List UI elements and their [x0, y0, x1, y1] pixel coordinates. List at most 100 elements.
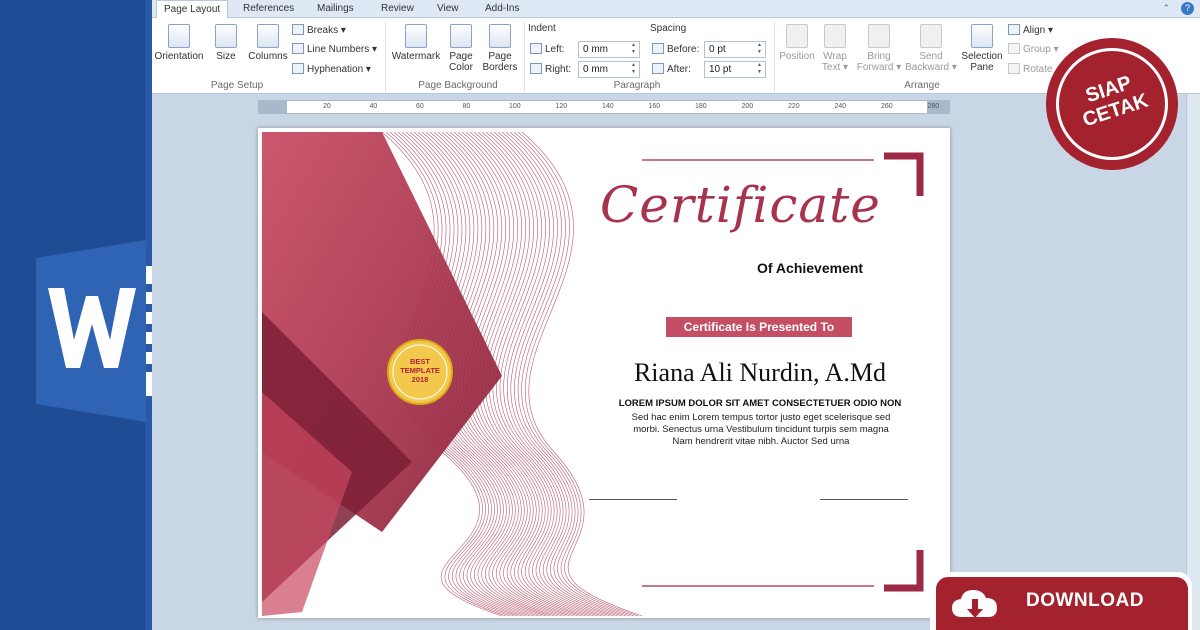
- position-button[interactable]: Position: [776, 24, 818, 62]
- certificate-title: Certificate: [600, 176, 881, 234]
- send-backward-label-1: Send: [919, 51, 943, 62]
- presented-to-banner: Certificate Is Presented To: [666, 317, 852, 337]
- columns-label: Columns: [248, 51, 288, 62]
- size-icon: [215, 24, 237, 48]
- selection-pane-button[interactable]: Selection Pane: [960, 24, 1004, 73]
- page-color-icon: [450, 24, 472, 48]
- paragraph-group-label: Paragraph: [613, 80, 661, 91]
- vertical-scrollbar[interactable]: [1186, 94, 1200, 630]
- page-color-label-1: Page: [449, 51, 473, 62]
- ruler-tick-label: 160: [648, 103, 661, 110]
- spacing-before-icon: [652, 43, 664, 54]
- spacing-before-input[interactable]: 0 pt: [704, 41, 766, 58]
- watermark-icon: [405, 24, 427, 48]
- horizontal-ruler[interactable]: 20 40 60 80 100 120 140 160 180 200 220 240 260 280: [258, 100, 950, 114]
- orientation-label: Orientation: [154, 51, 204, 62]
- ruler-tick-label: 200: [741, 103, 754, 110]
- group-icon: [1008, 43, 1020, 54]
- ribbon-separator: [774, 22, 775, 92]
- line-numbers-label: Line Numbers: [307, 44, 370, 55]
- orientation-button[interactable]: Orientation: [152, 24, 206, 62]
- align-button[interactable]: Align ▾: [1008, 24, 1053, 37]
- spacing-before-label: Before:: [652, 43, 699, 56]
- arrange-group-label: Arrange: [904, 80, 940, 91]
- page-color-label-2: Color: [449, 62, 473, 73]
- spacing-after-label: After:: [652, 63, 691, 76]
- indent-left-label: Left:: [530, 43, 564, 56]
- spacing-label: Spacing: [650, 23, 687, 34]
- ruler-margin-left: [259, 101, 287, 113]
- tab-view[interactable]: View: [430, 0, 466, 18]
- page-color-button[interactable]: Page Color: [444, 24, 478, 73]
- spacing-after-icon: [652, 63, 664, 74]
- line-numbers-icon: [292, 43, 304, 54]
- align-icon: [1008, 24, 1020, 35]
- tab-mailings[interactable]: Mailings: [310, 0, 361, 18]
- ruler-tick-label: 40: [369, 103, 378, 110]
- breaks-icon: [292, 24, 304, 35]
- ribbon-tab-bar: Page Layout References Mailings Review V…: [152, 0, 1200, 19]
- ruler-tick-label: 280: [927, 103, 940, 110]
- badge-text: BEST TEMPLATE 2018: [400, 357, 440, 384]
- position-label: Position: [779, 51, 815, 62]
- ruler-tick-label: 20: [323, 103, 331, 110]
- rotate-button[interactable]: Rotate: [1008, 63, 1052, 76]
- indent-right-input[interactable]: 0 mm: [578, 61, 640, 78]
- tab-references[interactable]: References: [236, 0, 301, 18]
- tab-page-layout[interactable]: Page Layout: [156, 0, 229, 19]
- group-label: Group: [1023, 44, 1051, 55]
- orientation-icon: [168, 24, 190, 48]
- page-borders-icon: [489, 24, 511, 48]
- ruler-tick-label: 240: [834, 103, 847, 110]
- bring-forward-button[interactable]: Bring Forward ▾: [854, 24, 904, 73]
- tab-add-ins[interactable]: Add-Ins: [478, 0, 526, 18]
- send-backward-button[interactable]: Send Backward ▾: [904, 24, 958, 73]
- cloud-download-icon: [952, 590, 997, 618]
- columns-button[interactable]: Columns: [246, 24, 290, 62]
- ruler-tick-label: 100: [509, 103, 521, 110]
- ruler-tick-label: 80: [462, 103, 471, 110]
- page-borders-label-2: Borders: [482, 62, 518, 73]
- help-icon[interactable]: ?: [1181, 2, 1194, 15]
- frame-corner-bottom: [884, 550, 924, 592]
- hyphenation-button[interactable]: Hyphenation ▾: [292, 63, 371, 76]
- signature-line-right: [820, 499, 908, 500]
- ruler-tick-label: 220: [788, 103, 800, 110]
- position-icon: [786, 24, 808, 48]
- certificate-body-line: Nam hendrerit vitae nibh. Auctor Sed urn…: [672, 436, 850, 447]
- indent-left-input[interactable]: 0 mm: [578, 41, 640, 58]
- send-backward-icon: [920, 24, 942, 48]
- ribbon: Orientation Size Columns Breaks ▾ Line N…: [152, 18, 1200, 94]
- columns-icon: [257, 24, 279, 48]
- breaks-button[interactable]: Breaks ▾: [292, 24, 346, 37]
- selection-pane-label-2: Pane: [970, 62, 994, 73]
- indent-right-label: Right:: [530, 63, 571, 76]
- wrap-text-label-1: Wrap: [823, 51, 847, 62]
- ribbon-separator: [524, 22, 525, 92]
- indent-right-icon: [530, 63, 542, 74]
- ruler-tick-label: 180: [695, 103, 707, 110]
- watermark-button[interactable]: Watermark: [390, 24, 442, 62]
- certificate-body-line: Sed hac enim Lorem tempus tortor justo e…: [631, 412, 891, 423]
- wrap-text-button[interactable]: Wrap Text ▾: [818, 24, 852, 73]
- size-button[interactable]: Size: [210, 24, 242, 62]
- line-numbers-button[interactable]: Line Numbers ▾: [292, 43, 377, 56]
- tab-review[interactable]: Review: [374, 0, 421, 18]
- send-backward-label-2: Backward: [905, 62, 950, 73]
- spacing-after-input[interactable]: 10 pt: [704, 61, 766, 78]
- ruler-tick-label: 260: [881, 103, 893, 110]
- page-background-group-label: Page Background: [418, 80, 498, 91]
- ruler-tick-label: 60: [416, 103, 424, 110]
- wrap-text-icon: [824, 24, 846, 48]
- ribbon-collapse-icon[interactable]: ⌃: [1162, 3, 1170, 14]
- rotate-icon: [1008, 63, 1020, 74]
- ruler-tick-label: 120: [555, 103, 568, 110]
- selection-pane-icon: [971, 24, 993, 48]
- page-borders-label-1: Page: [488, 51, 512, 62]
- page-borders-button[interactable]: Page Borders: [480, 24, 520, 73]
- bring-forward-label-1: Bring: [867, 51, 891, 62]
- indent-label: Indent: [528, 23, 556, 34]
- bring-forward-label-2: Forward: [856, 62, 894, 73]
- certificate-headline: LOREM IPSUM DOLOR SIT AMET CONSECTETUER …: [618, 398, 902, 409]
- group-button[interactable]: Group ▾: [1008, 43, 1059, 56]
